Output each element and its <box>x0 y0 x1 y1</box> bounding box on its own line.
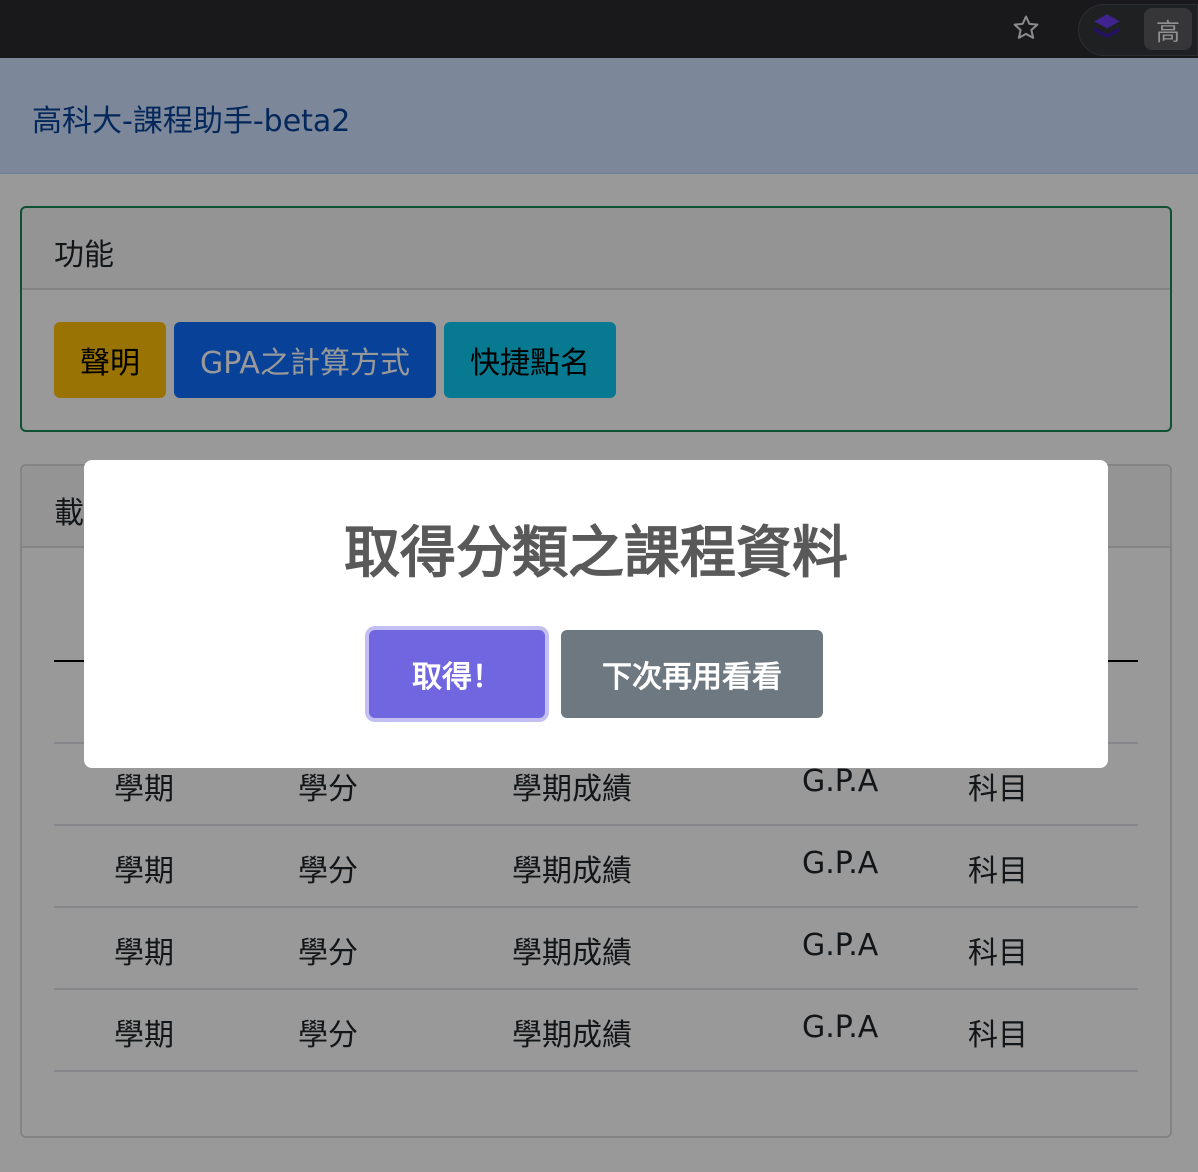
dialog-title: 取得分類之課程資料 <box>344 521 848 586</box>
dialog-actions: 取得！ 下次再用看看 <box>84 630 1108 718</box>
confirm-button[interactable]: 取得！ <box>369 630 545 718</box>
course-data-dialog: 取得分類之課程資料 取得！ 下次再用看看 <box>84 460 1108 768</box>
deny-button[interactable]: 下次再用看看 <box>561 630 823 718</box>
